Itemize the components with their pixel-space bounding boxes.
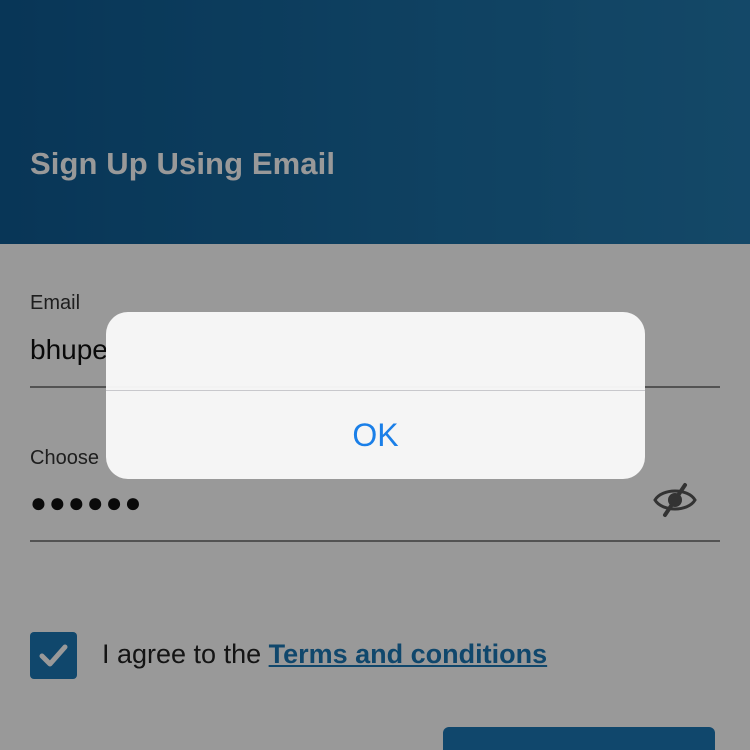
alert-dialog: OK bbox=[106, 312, 645, 479]
alert-message-area bbox=[106, 312, 645, 390]
alert-ok-button[interactable]: OK bbox=[106, 391, 645, 479]
signup-screen: Sign Up Using Email Email bhupe Choose ●… bbox=[0, 0, 750, 750]
